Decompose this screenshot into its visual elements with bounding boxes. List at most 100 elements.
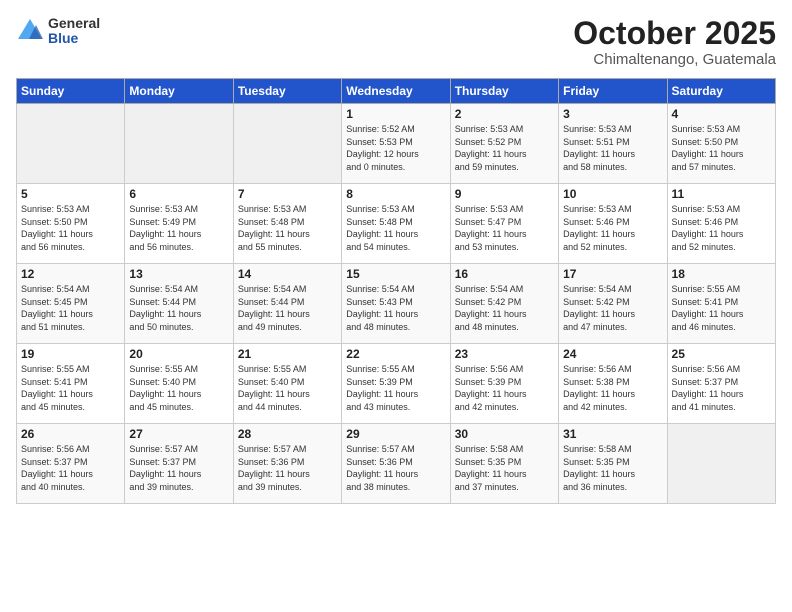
cell-info: Sunrise: 5:58 AM Sunset: 5:35 PM Dayligh… <box>455 443 554 493</box>
calendar-cell <box>233 104 341 184</box>
day-number: 17 <box>563 267 662 281</box>
calendar-header: SundayMondayTuesdayWednesdayThursdayFrid… <box>17 79 776 104</box>
calendar-cell: 21 Sunrise: 5:55 AM Sunset: 5:40 PM Dayli… <box>233 344 341 424</box>
cell-info: Sunrise: 5:55 AM Sunset: 5:40 PM Dayligh… <box>238 363 337 413</box>
day-number: 12 <box>21 267 120 281</box>
calendar-cell: 19 Sunrise: 5:55 AM Sunset: 5:41 PM Dayli… <box>17 344 125 424</box>
cell-info: Sunrise: 5:53 AM Sunset: 5:49 PM Dayligh… <box>129 203 228 253</box>
weekday-header-wednesday: Wednesday <box>342 79 450 104</box>
weekday-header-tuesday: Tuesday <box>233 79 341 104</box>
logo-blue-text: Blue <box>48 31 100 46</box>
day-number: 28 <box>238 427 337 441</box>
calendar-cell: 10 Sunrise: 5:53 AM Sunset: 5:46 PM Dayli… <box>559 184 667 264</box>
cell-info: Sunrise: 5:54 AM Sunset: 5:45 PM Dayligh… <box>21 283 120 333</box>
cell-info: Sunrise: 5:56 AM Sunset: 5:39 PM Dayligh… <box>455 363 554 413</box>
cell-info: Sunrise: 5:58 AM Sunset: 5:35 PM Dayligh… <box>563 443 662 493</box>
weekday-header-thursday: Thursday <box>450 79 558 104</box>
calendar-cell: 11 Sunrise: 5:53 AM Sunset: 5:46 PM Dayli… <box>667 184 775 264</box>
calendar-table: SundayMondayTuesdayWednesdayThursdayFrid… <box>16 78 776 504</box>
cell-info: Sunrise: 5:55 AM Sunset: 5:40 PM Dayligh… <box>129 363 228 413</box>
calendar-cell: 2Sunrise: 5:53 AM Sunset: 5:52 PM Daylig… <box>450 104 558 184</box>
title-block: October 2025 Chimaltenango, Guatemala <box>573 16 776 68</box>
logo-general-text: General <box>48 16 100 31</box>
calendar-cell <box>125 104 233 184</box>
cell-info: Sunrise: 5:53 AM Sunset: 5:50 PM Dayligh… <box>21 203 120 253</box>
day-number: 25 <box>672 347 771 361</box>
calendar-cell: 29 Sunrise: 5:57 AM Sunset: 5:36 PM Dayli… <box>342 424 450 504</box>
day-number: 2 <box>455 107 554 121</box>
cell-info: Sunrise: 5:57 AM Sunset: 5:36 PM Dayligh… <box>238 443 337 493</box>
cell-info: Sunrise: 5:54 AM Sunset: 5:44 PM Dayligh… <box>129 283 228 333</box>
cell-info: Sunrise: 5:57 AM Sunset: 5:36 PM Dayligh… <box>346 443 445 493</box>
calendar-cell: 18 Sunrise: 5:55 AM Sunset: 5:41 PM Dayli… <box>667 264 775 344</box>
page-header: General Blue October 2025 Chimaltenango,… <box>16 16 776 68</box>
calendar-cell: 15 Sunrise: 5:54 AM Sunset: 5:43 PM Dayli… <box>342 264 450 344</box>
calendar-cell: 14Sunrise: 5:54 AM Sunset: 5:44 PM Dayli… <box>233 264 341 344</box>
logo: General Blue <box>16 16 100 47</box>
cell-info: Sunrise: 5:54 AM Sunset: 5:43 PM Dayligh… <box>346 283 445 333</box>
cell-info: Sunrise: 5:56 AM Sunset: 5:37 PM Dayligh… <box>21 443 120 493</box>
weekday-row: SundayMondayTuesdayWednesdayThursdayFrid… <box>17 79 776 104</box>
day-number: 7 <box>238 187 337 201</box>
cell-info: Sunrise: 5:53 AM Sunset: 5:48 PM Dayligh… <box>346 203 445 253</box>
day-number: 26 <box>21 427 120 441</box>
weekday-header-saturday: Saturday <box>667 79 775 104</box>
calendar-cell <box>17 104 125 184</box>
cell-info: Sunrise: 5:53 AM Sunset: 5:47 PM Dayligh… <box>455 203 554 253</box>
calendar-cell: 30Sunrise: 5:58 AM Sunset: 5:35 PM Dayli… <box>450 424 558 504</box>
cell-info: Sunrise: 5:53 AM Sunset: 5:46 PM Dayligh… <box>672 203 771 253</box>
logo-icon <box>16 17 44 45</box>
calendar-cell: 1 Sunrise: 5:52 AM Sunset: 5:53 PM Daylig… <box>342 104 450 184</box>
week-row: 5 Sunrise: 5:53 AM Sunset: 5:50 PM Daylig… <box>17 184 776 264</box>
calendar-cell: 9 Sunrise: 5:53 AM Sunset: 5:47 PM Daylig… <box>450 184 558 264</box>
day-number: 14 <box>238 267 337 281</box>
cell-info: Sunrise: 5:54 AM Sunset: 5:42 PM Dayligh… <box>563 283 662 333</box>
day-number: 11 <box>672 187 771 201</box>
calendar-cell: 13Sunrise: 5:54 AM Sunset: 5:44 PM Dayli… <box>125 264 233 344</box>
calendar-cell: 23Sunrise: 5:56 AM Sunset: 5:39 PM Dayli… <box>450 344 558 424</box>
day-number: 22 <box>346 347 445 361</box>
calendar-cell: 7 Sunrise: 5:53 AM Sunset: 5:48 PM Daylig… <box>233 184 341 264</box>
calendar-cell: 4 Sunrise: 5:53 AM Sunset: 5:50 PM Daylig… <box>667 104 775 184</box>
cell-info: Sunrise: 5:56 AM Sunset: 5:38 PM Dayligh… <box>563 363 662 413</box>
calendar-cell: 6 Sunrise: 5:53 AM Sunset: 5:49 PM Daylig… <box>125 184 233 264</box>
cell-info: Sunrise: 5:55 AM Sunset: 5:41 PM Dayligh… <box>672 283 771 333</box>
calendar-cell: 5 Sunrise: 5:53 AM Sunset: 5:50 PM Daylig… <box>17 184 125 264</box>
cell-info: Sunrise: 5:57 AM Sunset: 5:37 PM Dayligh… <box>129 443 228 493</box>
day-number: 20 <box>129 347 228 361</box>
day-number: 6 <box>129 187 228 201</box>
calendar-body: 1 Sunrise: 5:52 AM Sunset: 5:53 PM Daylig… <box>17 104 776 504</box>
calendar-cell: 31 Sunrise: 5:58 AM Sunset: 5:35 PM Dayli… <box>559 424 667 504</box>
weekday-header-sunday: Sunday <box>17 79 125 104</box>
cell-info: Sunrise: 5:54 AM Sunset: 5:42 PM Dayligh… <box>455 283 554 333</box>
calendar-cell: 17 Sunrise: 5:54 AM Sunset: 5:42 PM Dayli… <box>559 264 667 344</box>
day-number: 21 <box>238 347 337 361</box>
cell-info: Sunrise: 5:53 AM Sunset: 5:46 PM Dayligh… <box>563 203 662 253</box>
day-number: 18 <box>672 267 771 281</box>
calendar-cell: 27Sunrise: 5:57 AM Sunset: 5:37 PM Dayli… <box>125 424 233 504</box>
calendar-cell: 26 Sunrise: 5:56 AM Sunset: 5:37 PM Dayli… <box>17 424 125 504</box>
day-number: 3 <box>563 107 662 121</box>
day-number: 4 <box>672 107 771 121</box>
day-number: 19 <box>21 347 120 361</box>
cell-info: Sunrise: 5:55 AM Sunset: 5:39 PM Dayligh… <box>346 363 445 413</box>
calendar-cell: 12 Sunrise: 5:54 AM Sunset: 5:45 PM Dayli… <box>17 264 125 344</box>
day-number: 15 <box>346 267 445 281</box>
calendar-cell: 16 Sunrise: 5:54 AM Sunset: 5:42 PM Dayli… <box>450 264 558 344</box>
cell-info: Sunrise: 5:53 AM Sunset: 5:50 PM Dayligh… <box>672 123 771 173</box>
day-number: 1 <box>346 107 445 121</box>
cell-info: Sunrise: 5:53 AM Sunset: 5:48 PM Dayligh… <box>238 203 337 253</box>
cell-info: Sunrise: 5:52 AM Sunset: 5:53 PM Dayligh… <box>346 123 445 173</box>
day-number: 16 <box>455 267 554 281</box>
day-number: 9 <box>455 187 554 201</box>
day-number: 31 <box>563 427 662 441</box>
cell-info: Sunrise: 5:56 AM Sunset: 5:37 PM Dayligh… <box>672 363 771 413</box>
cell-info: Sunrise: 5:55 AM Sunset: 5:41 PM Dayligh… <box>21 363 120 413</box>
day-number: 10 <box>563 187 662 201</box>
day-number: 24 <box>563 347 662 361</box>
day-number: 5 <box>21 187 120 201</box>
weekday-header-monday: Monday <box>125 79 233 104</box>
calendar-cell: 24 Sunrise: 5:56 AM Sunset: 5:38 PM Dayli… <box>559 344 667 424</box>
cell-info: Sunrise: 5:53 AM Sunset: 5:51 PM Dayligh… <box>563 123 662 173</box>
day-number: 29 <box>346 427 445 441</box>
